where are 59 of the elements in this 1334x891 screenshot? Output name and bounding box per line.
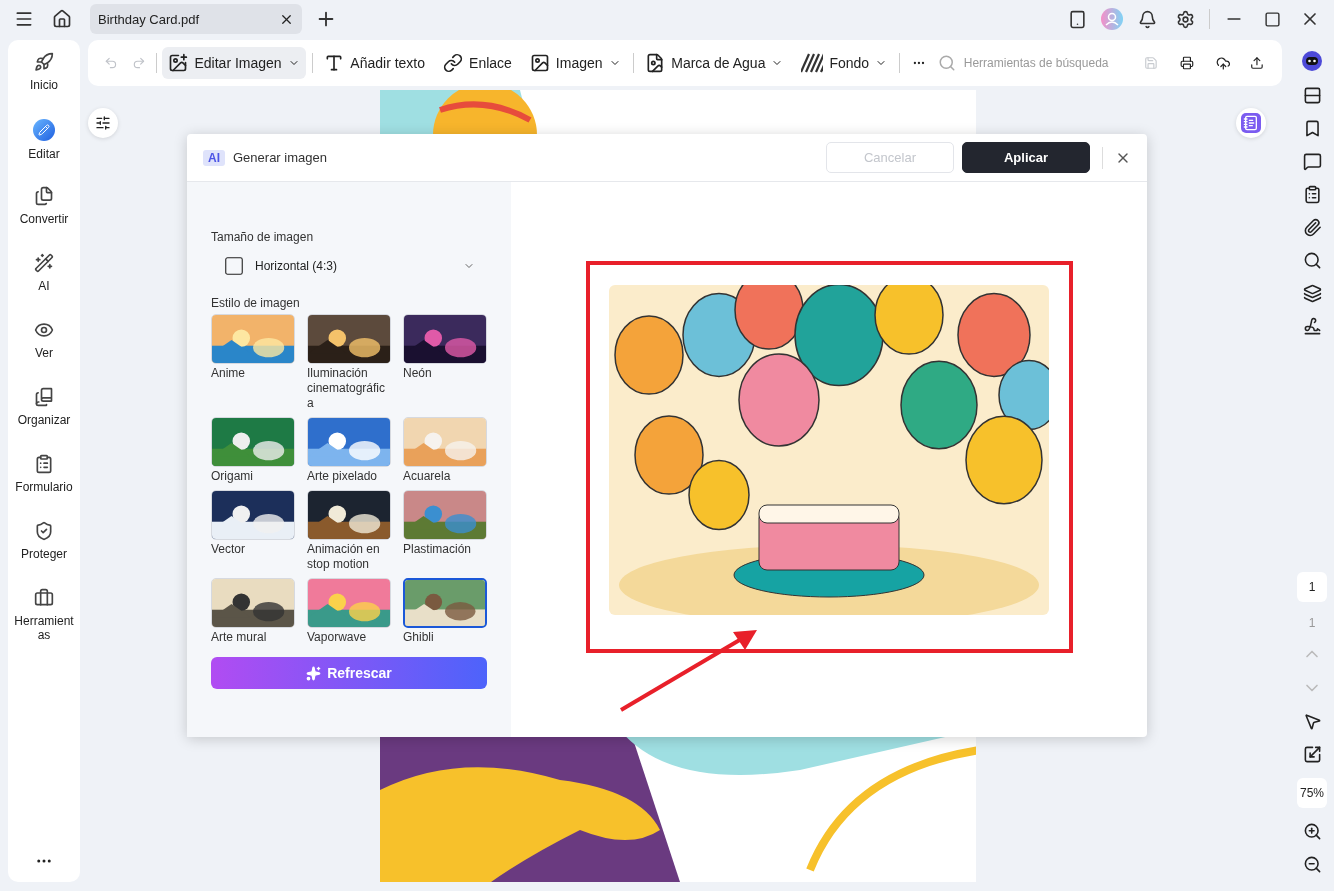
style-label: Animación en stop motion: [307, 542, 381, 572]
toolbar-button[interactable]: Marca de Agua: [639, 47, 790, 79]
settings-button[interactable]: [88, 108, 118, 138]
comment-icon[interactable]: [1302, 152, 1322, 171]
image-edit-icon: [168, 53, 189, 73]
document-tab[interactable]: Birthday Card.pdf: [90, 4, 302, 34]
sidebar-item[interactable]: Convertir: [8, 186, 80, 253]
style-label: Vaporwave: [307, 630, 368, 645]
sidebar-item[interactable]: Editar: [8, 119, 80, 186]
text-icon: [324, 53, 345, 73]
form-icon[interactable]: [1302, 185, 1322, 204]
notebook-icon: [1241, 113, 1261, 133]
zoom-in-icon[interactable]: [1302, 822, 1322, 841]
signature-icon[interactable]: [1302, 317, 1322, 336]
tab-title: Birthday Card.pdf: [98, 11, 200, 27]
sidebar-item[interactable]: Inicio: [8, 52, 80, 119]
page-number-field[interactable]: 1: [1297, 572, 1327, 602]
style-label: Arte mural: [211, 630, 268, 645]
zoom-level[interactable]: 75%: [1297, 778, 1327, 808]
sidebar-item[interactable]: Formulario: [8, 454, 80, 521]
attachment-icon[interactable]: [1302, 218, 1322, 237]
ai-badge: AI: [203, 149, 225, 166]
layers-icon[interactable]: [1302, 284, 1322, 303]
page-total: 1: [1308, 616, 1316, 630]
search-icon[interactable]: [1302, 251, 1322, 270]
sparkle-icon: [306, 665, 322, 681]
sidebar-item[interactable]: Herramientas: [8, 588, 80, 655]
toolbar-button[interactable]: Imagen: [523, 47, 627, 79]
zoom-out-icon[interactable]: [1302, 855, 1322, 874]
sidebar-item[interactable]: Proteger: [8, 521, 80, 588]
document-image-icon: [645, 53, 666, 73]
toolbar-button[interactable]: Fondo: [795, 47, 894, 79]
search-field[interactable]: Herramientas de búsqueda: [937, 54, 1116, 72]
sliders-icon: [95, 115, 111, 131]
style-label: Arte pixelado: [307, 469, 379, 484]
notes-button[interactable]: [1236, 108, 1266, 138]
dialog-title: Generar imagen: [233, 150, 327, 165]
sidebar-item[interactable]: Organizar: [8, 387, 80, 454]
search-icon: [937, 54, 956, 72]
field-label: Tamaño de imagen: [211, 230, 315, 244]
link-icon: [443, 53, 464, 73]
pointer-icon[interactable]: [1302, 712, 1322, 731]
fit-icon[interactable]: [1302, 745, 1322, 764]
style-label: Anime: [211, 366, 246, 381]
style-label: Origami: [211, 469, 254, 484]
assistant-icon[interactable]: [1301, 50, 1323, 72]
toolbar-button[interactable]: Añadir texto: [318, 47, 432, 79]
sidebar-item[interactable]: AI: [8, 253, 80, 320]
toolbar-button[interactable]: Editar Imagen: [162, 47, 306, 79]
style-label: Iluminación cinematográfica: [307, 366, 387, 411]
apply-button[interactable]: Aplicar: [962, 142, 1090, 173]
stripes-icon: [801, 53, 824, 73]
toolbar-button[interactable]: Enlace: [437, 47, 518, 79]
field-label: Estilo de imagen: [211, 296, 301, 310]
thumbnails-icon[interactable]: [1302, 86, 1322, 105]
rectangle-icon: [223, 255, 245, 277]
style-label: Vector: [211, 542, 247, 557]
sidebar-item[interactable]: Ver: [8, 320, 80, 387]
image-icon: [529, 53, 550, 73]
